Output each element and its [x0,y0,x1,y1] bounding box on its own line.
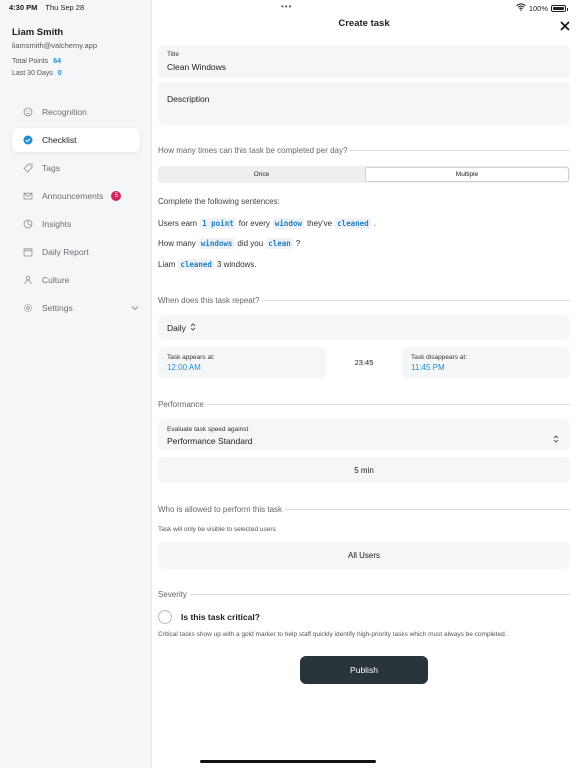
status-date: Thu Sep 28 [45,3,85,12]
chevron-updown-icon [553,430,559,448]
disappears-label: Task disappears at: [411,354,468,361]
sentence-question: How many windows did you clean? [158,238,300,249]
stat-label: Last 30 Days [12,70,53,77]
frequency-segmented-control[interactable]: Once Multiple [158,166,570,183]
repeat-value: Daily [167,323,186,333]
description-field[interactable]: Description [158,82,570,125]
sidebar-item-label: Culture [42,275,70,285]
smiley-icon [23,107,33,117]
sentence-text: Liam [158,260,176,269]
create-task-panel: Create task Title Clean Windows Descript… [152,0,576,768]
sidebar: Liam Smith liamsmith@valchemy.app Total … [0,0,152,768]
evaluate-value: Performance Standard [167,436,253,446]
sentence-text: they've [306,219,333,228]
critical-label[interactable]: Is this task critical? [181,612,260,622]
sidebar-item-tags[interactable]: Tags [12,156,140,180]
points-chip[interactable]: 1 point [200,218,236,229]
sidebar-item-insights[interactable]: Insights [12,212,140,236]
sidebar-item-label: Settings [42,303,73,313]
verb-preview-chip: cleaned [178,259,214,270]
sentence-text: for every [238,219,270,228]
calendar-icon [23,247,33,257]
status-time: 4:30 PM [9,3,38,12]
sidebar-item-label: Recognition [42,107,87,117]
allowed-users-select[interactable]: All Users [158,542,570,569]
sentence-text: ? [295,239,301,248]
evaluate-label: Evaluate task speed against [167,426,249,433]
frequency-option-once[interactable]: Once [159,167,364,182]
stat-last-30-days: Last 30 Days 0 [12,70,62,77]
frequency-question-text: How many times can this task be complete… [158,146,348,155]
chevron-down-icon[interactable] [130,303,140,313]
repeat-heading: When does this task repeat? [158,296,570,305]
sidebar-item-daily-report[interactable]: Daily Report [12,240,140,264]
severity-heading: Severity [158,590,570,599]
allowed-note: Task will only be visible to selected us… [158,526,276,533]
sentences-heading: Complete the following sentences: [158,197,280,206]
title-field[interactable]: Title Clean Windows [158,45,570,78]
sentence-text: Users earn [158,219,198,228]
sidebar-item-recognition[interactable]: Recognition [12,100,140,124]
noun-singular-chip[interactable]: window [272,218,304,229]
pie-chart-icon [23,219,33,229]
critical-radio[interactable] [158,610,172,624]
appears-label: Task appears at: [167,354,215,361]
gear-icon [23,303,33,313]
allowed-heading-text: Who is allowed to perform this task [158,505,283,514]
sidebar-item-checklist[interactable]: Checklist [12,128,140,152]
appears-value: 12:00 AM [167,363,201,372]
user-email: liamsmith@valchemy.app [12,41,98,50]
appears-time-picker[interactable]: Task appears at: 12:00 AM [158,347,326,378]
publish-button[interactable]: Publish [300,656,428,684]
frequency-option-multiple[interactable]: Multiple [365,167,569,182]
sidebar-item-settings[interactable]: Settings [12,296,140,320]
duration-value: 23:45 [354,358,374,367]
noun-plural-chip[interactable]: windows [198,238,235,249]
stat-total-points: Total Points 64 [12,58,61,65]
sentence-text: did you [237,239,264,248]
performance-heading-text: Performance [158,400,204,409]
sidebar-item-label: Insights [42,219,72,229]
critical-note: Critical tasks show up with a gold marke… [158,631,507,638]
sidebar-item-label: Tags [42,163,60,173]
sidebar-item-label: Announcements [42,191,104,201]
sidebar-item-announcements[interactable]: Announcements 5 [12,184,140,208]
title-field-value: Clean Windows [167,62,227,72]
performance-standard-value[interactable]: 5 min [158,457,570,483]
tag-icon [23,163,33,173]
verb-present-chip[interactable]: clean [266,238,293,249]
stat-value: 64 [53,58,61,65]
repeat-heading-text: When does this task repeat? [158,296,260,305]
chevron-updown-icon [190,323,196,333]
evaluate-select[interactable]: Evaluate task speed against Performance … [158,419,570,450]
sidebar-item-label: Daily Report [42,247,89,257]
sentence-points: Users earn 1 point for every window they've c… [158,218,376,229]
user-name: Liam Smith [12,27,64,38]
title-field-label: Title [167,51,180,58]
frequency-question: How many times can this task be complete… [158,146,570,155]
performance-heading: Performance [158,400,570,409]
repeat-select[interactable]: Daily [158,315,570,340]
check-circle-icon [23,135,33,145]
home-indicator[interactable] [200,760,376,763]
disappears-time-picker[interactable]: Task disappears at: 11:45 PM [402,347,570,378]
sentence-text: How many [158,239,196,248]
sidebar-item-label: Checklist [42,135,77,145]
verb-past-chip[interactable]: cleaned [335,218,371,229]
severity-heading-text: Severity [158,590,187,599]
announcements-badge: 5 [111,191,122,201]
sentence-text: 3 windows. [216,260,257,269]
stat-label: Total Points [12,58,49,65]
person-icon [23,275,33,285]
sentence-text: . [373,219,376,228]
sentence-preview: Liam cleaned 3 windows. [158,259,257,270]
sidebar-item-culture[interactable]: Culture [12,268,140,292]
stat-value: 0 [57,70,62,77]
page-title: Create task [338,18,390,29]
description-placeholder: Description [167,94,210,104]
disappears-value: 11:45 PM [411,363,445,372]
envelope-icon [23,191,33,201]
close-icon[interactable] [559,19,571,31]
allowed-heading: Who is allowed to perform this task [158,505,570,514]
